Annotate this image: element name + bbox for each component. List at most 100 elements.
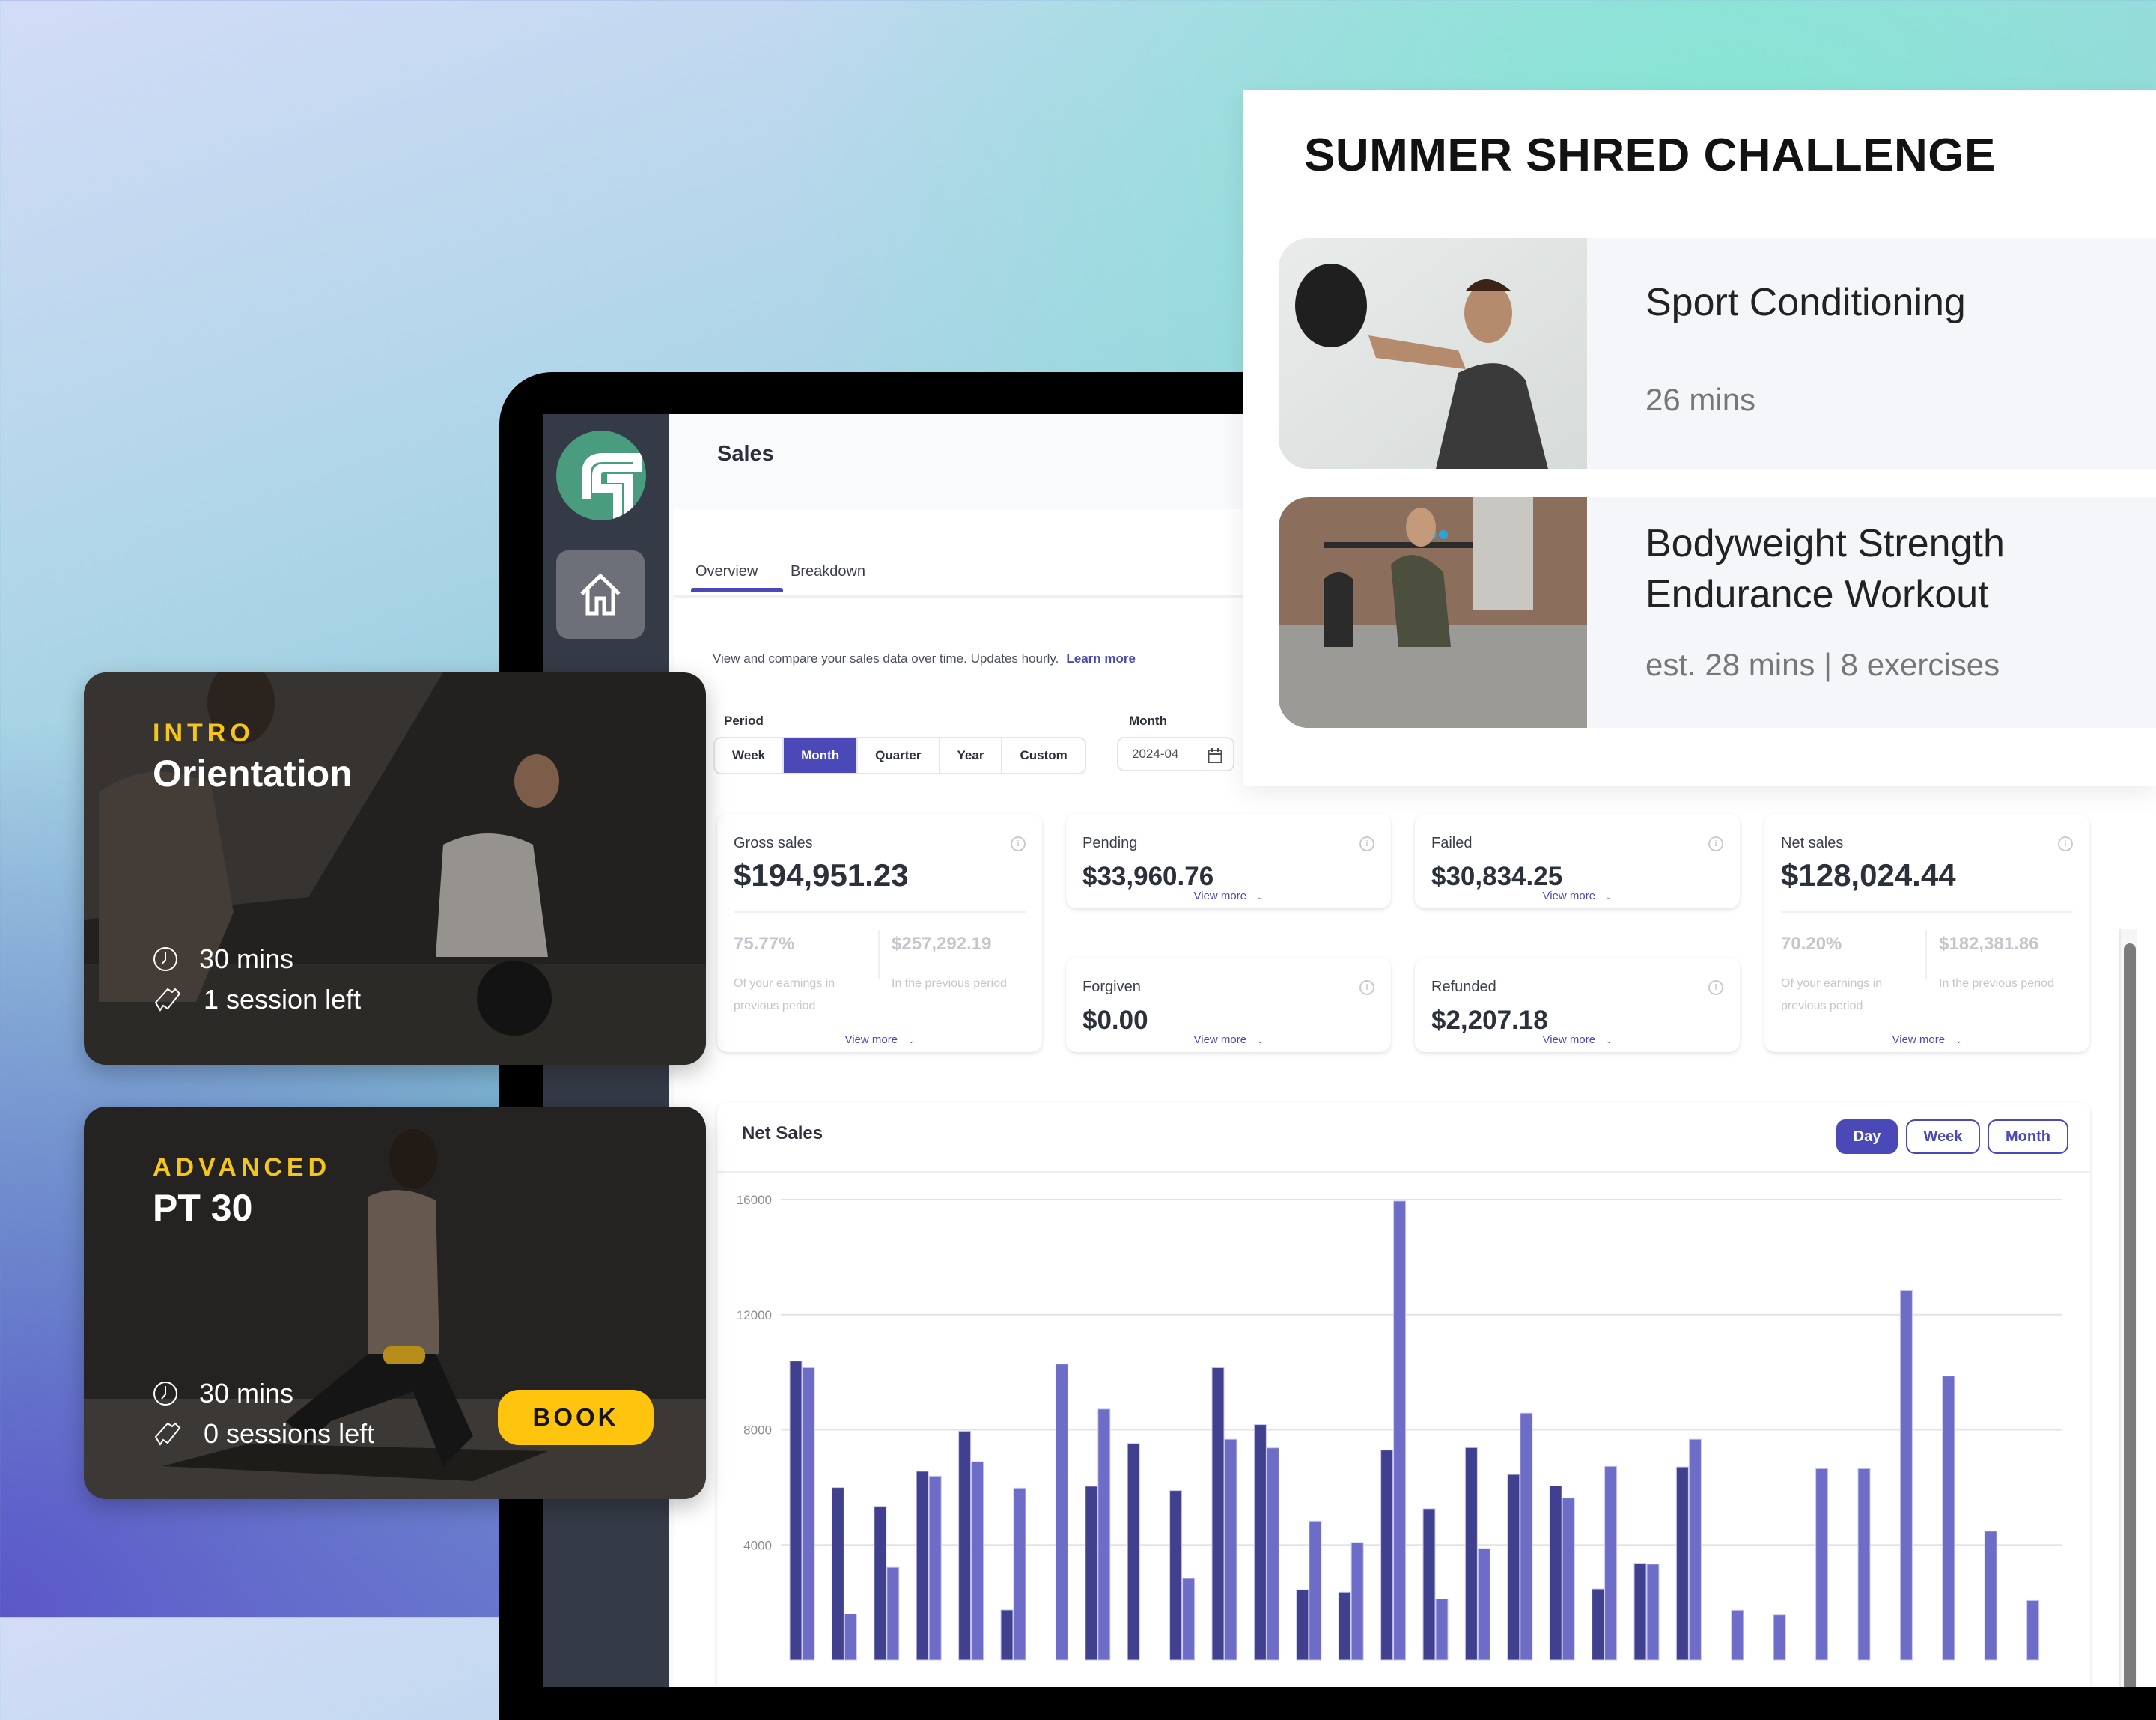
view-more-label: View more: [1542, 890, 1596, 902]
bar-previous-day-20[interactable]: [1604, 1465, 1618, 1661]
bar-current-day-12[interactable]: [1253, 1424, 1267, 1661]
y-tick-label: 12000: [737, 1308, 772, 1322]
scrollbar-thumb[interactable]: [2124, 943, 2136, 1687]
class-level: ADVANCED: [153, 1153, 332, 1182]
bar-current-day-1[interactable]: [789, 1361, 803, 1661]
bar-previous-day-3[interactable]: [886, 1566, 900, 1661]
class-name: Orientation: [153, 753, 353, 794]
bar-current-day-13[interactable]: [1296, 1589, 1309, 1661]
period-year[interactable]: Year: [940, 738, 1003, 773]
view-more-button[interactable]: View more ⌄: [1066, 1033, 1391, 1046]
bar-current-day-9[interactable]: [1127, 1443, 1140, 1661]
stat-value: $194,951.23: [734, 857, 909, 893]
bar-previous-day-11[interactable]: [1224, 1438, 1237, 1661]
stat-percent-label: Of your earnings in previous period: [1781, 977, 1883, 1012]
bar-previous-day-27[interactable]: [1899, 1289, 1913, 1661]
bar-previous-day-16[interactable]: [1435, 1599, 1449, 1661]
view-more-button[interactable]: View more ⌄: [1764, 1033, 2089, 1046]
bar-current-day-21[interactable]: [1633, 1563, 1647, 1661]
tab-overview[interactable]: Overview: [695, 563, 758, 580]
view-more-button[interactable]: View more ⌄: [1415, 1033, 1740, 1046]
bar-previous-day-17[interactable]: [1477, 1548, 1490, 1661]
bar-current-day-22[interactable]: [1675, 1466, 1689, 1661]
bar-previous-day-7[interactable]: [1055, 1364, 1068, 1661]
stat-card-forgiven: Forgiven i $0.00 View more ⌄: [1066, 958, 1391, 1052]
class-card-advanced[interactable]: ADVANCED PT 30 30 mins 0 sessions left B…: [84, 1107, 706, 1499]
bar-current-day-2[interactable]: [831, 1487, 844, 1661]
bar-current-day-17[interactable]: [1464, 1447, 1478, 1661]
bar-previous-day-12[interactable]: [1266, 1447, 1279, 1661]
view-more-button[interactable]: View more ⌄: [1415, 890, 1740, 902]
bar-previous-day-24[interactable]: [1773, 1614, 1786, 1661]
bar-previous-day-13[interactable]: [1309, 1520, 1322, 1661]
view-more-button[interactable]: View more ⌄: [1066, 890, 1391, 902]
bar-current-day-8[interactable]: [1085, 1486, 1098, 1661]
bar-current-day-4[interactable]: [916, 1471, 929, 1661]
bar-current-day-15[interactable]: [1380, 1450, 1394, 1661]
period-month[interactable]: Month: [784, 738, 859, 773]
stat-value: $30,834.25: [1431, 862, 1563, 891]
view-more-button[interactable]: View more ⌄: [717, 1033, 1042, 1046]
class-card-intro[interactable]: INTRO Orientation 30 mins 1 session left: [84, 672, 706, 1065]
workout-meta: est. 28 mins | 8 exercises: [1645, 647, 2000, 682]
tab-breakdown[interactable]: Breakdown: [791, 563, 865, 580]
bar-previous-day-18[interactable]: [1520, 1412, 1533, 1661]
stat-value: $0.00: [1082, 1006, 1148, 1035]
bar-previous-day-1[interactable]: [802, 1367, 815, 1661]
bar-previous-day-25[interactable]: [1815, 1468, 1829, 1661]
info-icon[interactable]: i: [1011, 836, 1026, 851]
calendar-icon[interactable]: [1208, 747, 1222, 764]
bar-current-day-11[interactable]: [1211, 1367, 1225, 1661]
period-quarter[interactable]: Quarter: [858, 738, 940, 773]
bar-previous-day-14[interactable]: [1350, 1542, 1364, 1661]
app-logo[interactable]: [556, 431, 646, 520]
bar-previous-day-4[interactable]: [928, 1475, 942, 1661]
bar-previous-day-2[interactable]: [844, 1614, 857, 1661]
bar-previous-day-28[interactable]: [1942, 1376, 1955, 1661]
bar-current-day-18[interactable]: [1507, 1474, 1520, 1661]
class-duration-text: 30 mins: [199, 943, 294, 974]
divider: [878, 930, 880, 979]
bar-current-day-5[interactable]: [958, 1430, 972, 1661]
bar-previous-day-8[interactable]: [1097, 1408, 1111, 1661]
bar-previous-day-19[interactable]: [1562, 1498, 1575, 1661]
info-icon[interactable]: i: [1359, 980, 1374, 995]
class-level: INTRO: [153, 719, 255, 747]
description-text: View and compare your sales data over ti…: [713, 651, 1059, 666]
bar-previous-day-21[interactable]: [1646, 1564, 1660, 1661]
info-icon[interactable]: i: [1708, 980, 1723, 995]
bar-previous-day-15[interactable]: [1393, 1200, 1407, 1661]
bar-current-day-20[interactable]: [1592, 1588, 1605, 1661]
bar-previous-day-22[interactable]: [1688, 1438, 1702, 1661]
info-icon[interactable]: i: [2058, 836, 2073, 851]
period-custom[interactable]: Custom: [1002, 738, 1084, 773]
book-button[interactable]: BOOK: [498, 1390, 654, 1445]
bar-previous-day-30[interactable]: [2026, 1599, 2040, 1661]
info-icon[interactable]: i: [1359, 836, 1374, 851]
month-value: 2024-04: [1132, 747, 1179, 761]
workout-card-bodyweight-strength[interactable]: Bodyweight Strength Endurance Workout est…: [1279, 497, 2156, 728]
bar-previous-day-10[interactable]: [1182, 1578, 1196, 1661]
bar-previous-day-6[interactable]: [1013, 1487, 1026, 1661]
bar-current-day-16[interactable]: [1422, 1508, 1436, 1661]
workout-name-line2: Endurance Workout: [1645, 573, 1989, 616]
bar-previous-day-5[interactable]: [971, 1461, 984, 1661]
month-picker[interactable]: 2024-04: [1117, 737, 1234, 771]
home-nav-button[interactable]: [556, 550, 645, 639]
period-week[interactable]: Week: [715, 738, 785, 773]
learn-more-link[interactable]: Learn more: [1066, 651, 1136, 666]
bar-previous-day-26[interactable]: [1857, 1468, 1871, 1661]
period-selector: Week Month Quarter Year Custom: [713, 737, 1086, 774]
bar-current-day-3[interactable]: [874, 1506, 887, 1661]
bar-current-day-14[interactable]: [1338, 1591, 1351, 1661]
info-icon[interactable]: i: [1708, 836, 1723, 851]
stat-previous-label: In the previous period: [892, 977, 1007, 990]
workout-card-sport-conditioning[interactable]: Sport Conditioning 26 mins: [1279, 238, 2156, 469]
chevron-down-icon: ⌄: [1257, 893, 1264, 902]
stat-title: Forgiven: [1082, 979, 1141, 995]
bar-previous-day-23[interactable]: [1731, 1609, 1744, 1661]
bar-previous-day-29[interactable]: [1984, 1531, 1997, 1661]
bar-current-day-10[interactable]: [1169, 1490, 1183, 1661]
bar-current-day-19[interactable]: [1549, 1485, 1562, 1661]
workout-photo-kettlebell: [1279, 238, 1587, 469]
